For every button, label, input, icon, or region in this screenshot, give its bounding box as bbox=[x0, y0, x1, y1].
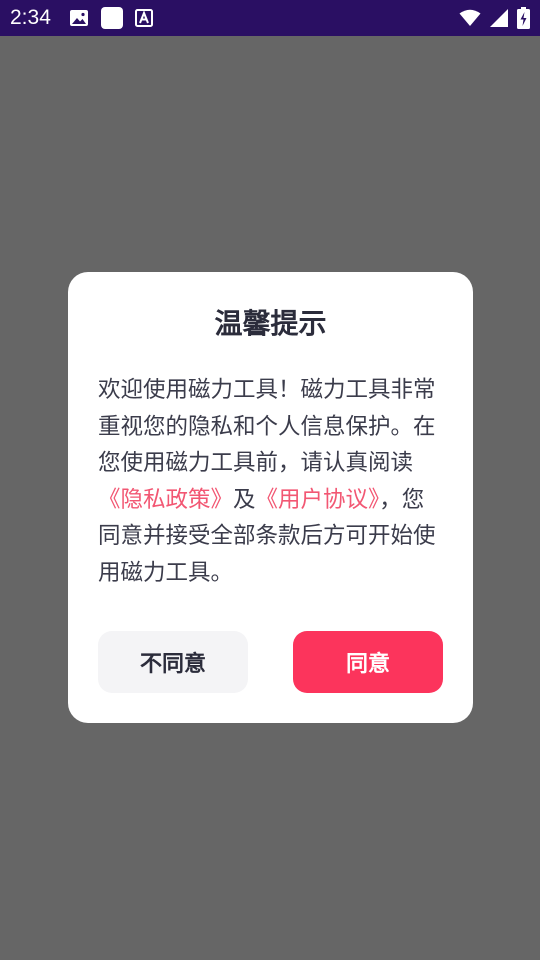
dialog-message-conj: 及 bbox=[233, 486, 256, 513]
disagree-button[interactable]: 不同意 bbox=[98, 631, 248, 693]
font-a-icon bbox=[134, 9, 153, 27]
app-square-icon bbox=[100, 7, 123, 29]
user-agreement-link[interactable]: 《用户协议》 bbox=[256, 487, 380, 513]
status-time: 2:34 bbox=[10, 6, 51, 29]
status-bar: 2:34 bbox=[0, 0, 540, 36]
agree-button[interactable]: 同意 bbox=[293, 631, 443, 693]
dialog-title: 温馨提示 bbox=[214, 307, 327, 340]
notification-icons bbox=[69, 7, 153, 29]
privacy-dialog: 温馨提示 欢迎使用磁力工具！磁力工具非常重视您的隐私和个人信息保护。在您使用磁力… bbox=[68, 272, 473, 723]
system-icons bbox=[459, 7, 530, 29]
wifi-icon bbox=[459, 9, 481, 27]
dialog-message-text: 欢迎使用磁力工具！磁力工具非常重视您的隐私和个人信息保护。在您使用磁力工具前，请… bbox=[98, 377, 436, 476]
dialog-message: 欢迎使用磁力工具！磁力工具非常重视您的隐私和个人信息保护。在您使用磁力工具前，请… bbox=[98, 372, 443, 591]
battery-charging-icon bbox=[517, 7, 530, 29]
privacy-policy-link[interactable]: 《隐私政策》 bbox=[98, 487, 233, 513]
image-icon bbox=[69, 9, 89, 27]
signal-icon bbox=[489, 8, 509, 28]
